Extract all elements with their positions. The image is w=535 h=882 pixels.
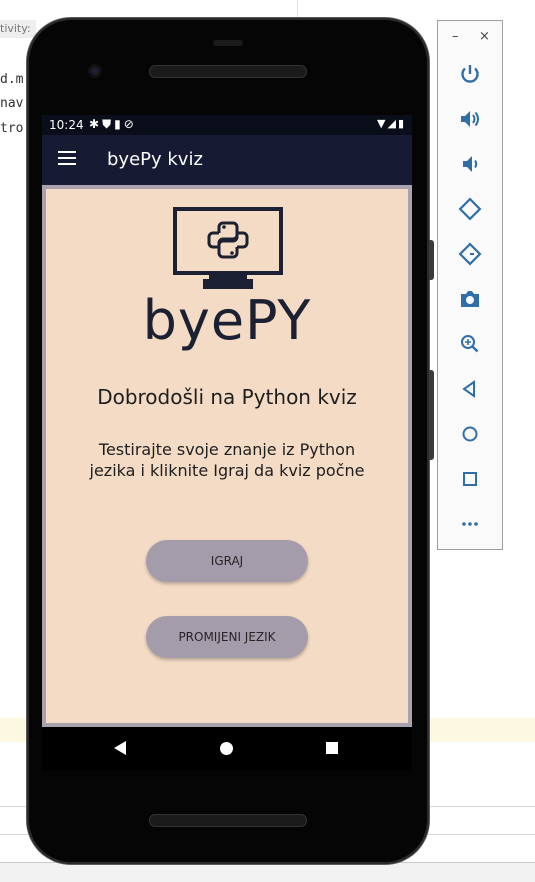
hamburger-menu-icon[interactable] bbox=[58, 151, 76, 165]
power-icon[interactable] bbox=[457, 61, 483, 87]
shield-icon: ⛊ bbox=[102, 117, 115, 131]
ide-divider bbox=[297, 0, 298, 20]
app-title: byePy kviz bbox=[107, 149, 203, 170]
python-monitor-logo-icon bbox=[173, 207, 283, 289]
volume-up-icon[interactable] bbox=[457, 106, 483, 132]
no-sync-icon: ⊘ bbox=[123, 117, 137, 131]
welcome-heading: Dobrodošli na Python kviz bbox=[97, 385, 357, 409]
wifi-icon: ▼ bbox=[377, 117, 388, 130]
sd-card-icon: ▮ bbox=[114, 117, 124, 131]
status-right-icons: ▼◢▮ bbox=[377, 117, 406, 130]
more-icon[interactable] bbox=[457, 511, 483, 537]
close-icon[interactable]: × bbox=[479, 29, 490, 44]
bottom-speaker bbox=[149, 814, 307, 827]
back-icon[interactable] bbox=[457, 376, 483, 402]
emulator-toolbar: – × bbox=[437, 20, 503, 550]
content-area: byePY Dobrodošli na Python kviz Testiraj… bbox=[42, 185, 412, 727]
status-left-icons: ✱⛊▮⊘ bbox=[89, 117, 137, 132]
phone-frame: 10:24 ✱⛊▮⊘ ▼◢▮ byePy kviz byePY Dobrodoš… bbox=[27, 18, 434, 864]
rotate-left-icon[interactable] bbox=[457, 196, 483, 222]
rotate-right-icon[interactable] bbox=[457, 241, 483, 267]
back-icon[interactable] bbox=[114, 741, 126, 755]
minimize-icon[interactable]: – bbox=[452, 29, 459, 44]
home-icon[interactable] bbox=[220, 742, 233, 755]
navigation-bar bbox=[42, 727, 412, 771]
front-camera bbox=[88, 64, 102, 78]
logo-text: byePY bbox=[142, 289, 312, 352]
volume-down-icon[interactable] bbox=[457, 151, 483, 177]
toolbar-window-controls: – × bbox=[438, 29, 502, 45]
settings-icon: ✱ bbox=[89, 117, 103, 131]
status-time: 10:24 bbox=[49, 118, 84, 132]
earpiece-speaker bbox=[149, 65, 307, 78]
overview-icon[interactable] bbox=[457, 466, 483, 492]
ide-code-line: d.m bbox=[0, 72, 24, 87]
description-text: Testirajte svoje znanje iz Python jezika… bbox=[89, 440, 365, 480]
play-button[interactable]: IGRAJ bbox=[146, 540, 308, 582]
zoom-icon[interactable] bbox=[457, 331, 483, 357]
change-language-button[interactable]: PROMIJENI JEZIK bbox=[146, 616, 308, 658]
recents-icon[interactable] bbox=[326, 742, 338, 754]
phone-screen: 10:24 ✱⛊▮⊘ ▼◢▮ byePy kviz byePY Dobrodoš… bbox=[42, 115, 412, 771]
top-slot bbox=[213, 40, 243, 46]
battery-icon: ▮ bbox=[397, 117, 406, 130]
home-icon[interactable] bbox=[457, 421, 483, 447]
ide-tag: tivity: bbox=[0, 20, 36, 38]
ide-status-bar bbox=[0, 862, 535, 882]
ide-code-line: tro bbox=[0, 121, 24, 136]
status-bar: 10:24 ✱⛊▮⊘ ▼◢▮ bbox=[42, 115, 412, 135]
power-side-button[interactable] bbox=[429, 240, 434, 280]
camera-icon[interactable] bbox=[457, 286, 483, 312]
volume-side-button[interactable] bbox=[429, 370, 434, 460]
app-bar: byePy kviz bbox=[42, 135, 412, 185]
signal-icon: ◢ bbox=[387, 117, 398, 130]
welcome-card: byePY Dobrodošli na Python kviz Testiraj… bbox=[46, 189, 408, 723]
